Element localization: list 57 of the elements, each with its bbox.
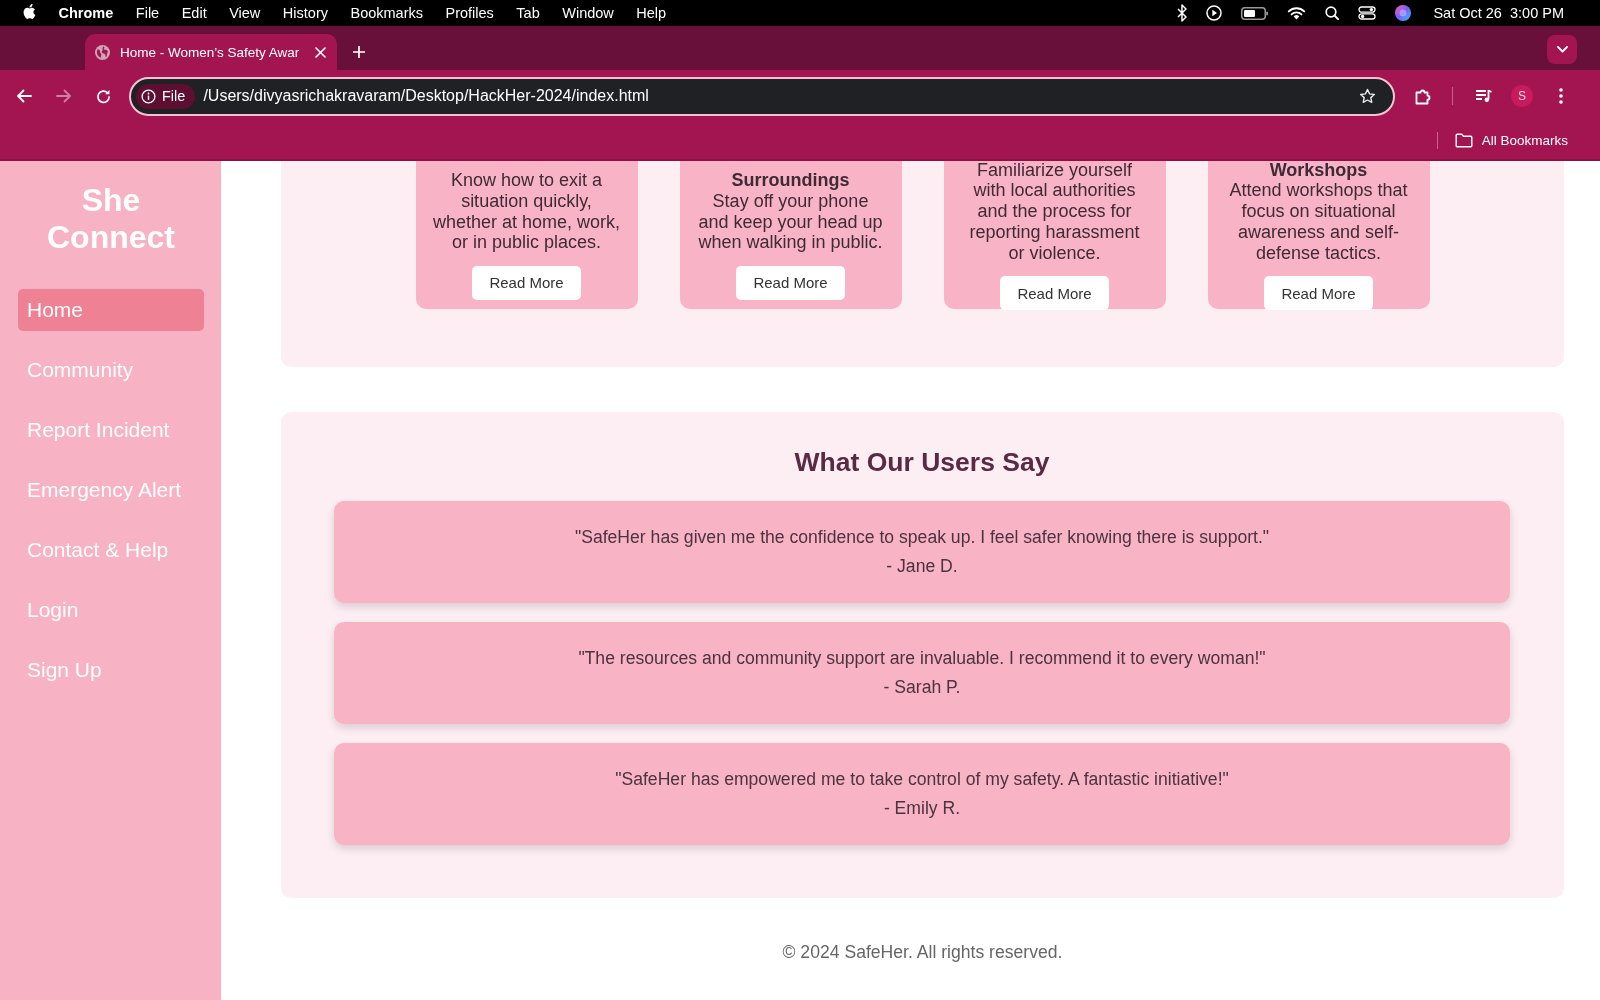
footer-text: © 2024 SafeHer. All rights reserved. [781, 942, 1064, 962]
tip-text: Know how to exit a situation quickly, whether at home, work, or in public places. [432, 170, 621, 253]
quote-text: "The resources and community support are invaluable. I recommend it to every woman!" [577, 647, 1267, 670]
puzzle-piece-icon[interactable] [1415, 87, 1433, 105]
menu-item[interactable]: History [282, 5, 328, 21]
quote-author: - Jane D. [885, 555, 959, 578]
clock-text[interactable]: Sat Oct 26 3:00 PM [1433, 5, 1564, 21]
tip-title: Surroundings [730, 170, 851, 191]
tip-text: Attend workshops that focus on situational awareness and self-defense tactics. [1228, 180, 1409, 264]
menu-item[interactable]: Edit [181, 5, 207, 21]
chevron-down-icon [1556, 46, 1568, 53]
bookmarks-folder[interactable]: All Bookmarks [1454, 133, 1568, 148]
tab-search-button[interactable] [1547, 35, 1577, 64]
read-more-button[interactable]: Read More [736, 265, 845, 300]
bluetooth-icon[interactable] [1177, 4, 1188, 22]
info-icon [141, 88, 156, 104]
star-icon[interactable] [1359, 87, 1376, 105]
menu-item[interactable]: Bookmarks [350, 5, 423, 21]
toggles-icon[interactable] [1358, 6, 1377, 20]
read-more-button[interactable]: Read More [1264, 276, 1373, 311]
menu-item[interactable]: View [229, 5, 261, 21]
globe-icon [95, 44, 110, 60]
tip-text: Stay off your phone and keep your head up when walking in public. [697, 190, 884, 253]
menu-item[interactable]: Help [636, 5, 667, 21]
site-info-chip[interactable]: File [136, 83, 196, 109]
search-icon[interactable] [1325, 6, 1340, 20]
quote-author: - Sarah P. [882, 676, 962, 699]
play-icon[interactable] [1206, 5, 1223, 21]
orb-icon[interactable] [1395, 5, 1412, 21]
url-text: /Users/divyasrichakravaram/Desktop/HackHer-2024/index.html [203, 87, 649, 105]
menu-item[interactable]: Window [562, 5, 614, 21]
media-queue-icon[interactable] [1475, 89, 1492, 103]
menu-item[interactable]: File [135, 5, 160, 21]
back-arrow-icon[interactable] [16, 88, 32, 104]
quote-text: "SafeHer has given me the confidence to speak up. I feel safer knowing there is support." [573, 526, 1271, 549]
app-menu[interactable]: Chrome [58, 5, 114, 21]
read-more-button[interactable]: Read More [1000, 276, 1109, 311]
close-icon[interactable] [315, 46, 326, 58]
folder-icon [1454, 133, 1473, 148]
plus-icon[interactable] [353, 46, 365, 58]
section-heading: What Our Users Say [793, 446, 1051, 478]
quote-text: "SafeHer has empowered me to take control of my safety. A fantastic initiative!" [614, 768, 1230, 791]
more-menu-icon[interactable] [1559, 88, 1563, 104]
apple-icon[interactable] [22, 3, 36, 20]
tip-text: Familiarize yourself with local authorities and the process for reporting harassment or violence. [968, 161, 1141, 264]
browser-tab[interactable]: Home - Women’s Safety Awar [85, 34, 337, 70]
wifi-icon[interactable] [1287, 6, 1307, 20]
tip-title: Workshops [1268, 161, 1369, 181]
menu-item[interactable]: Profiles [445, 5, 494, 21]
quote-author: - Emily R. [882, 797, 962, 820]
reload-icon[interactable] [96, 88, 111, 104]
battery-icon[interactable] [1241, 6, 1269, 20]
read-more-button[interactable]: Read More [472, 265, 581, 300]
site-logo: She Connect [46, 182, 176, 256]
address-bar[interactable]: File /Users/divyasrichakravaram/Desktop/HackHer-2024/index.html [129, 76, 1395, 116]
menu-item[interactable]: Tab [516, 5, 540, 21]
profile-avatar[interactable]: S [1511, 85, 1533, 107]
